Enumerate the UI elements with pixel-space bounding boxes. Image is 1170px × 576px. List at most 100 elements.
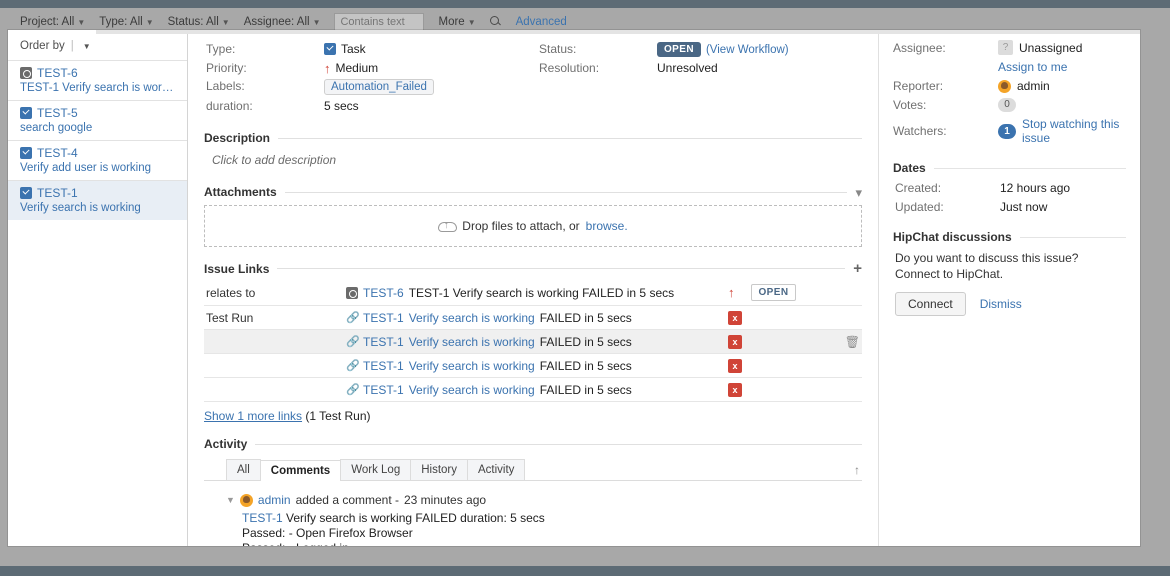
chevron-down-icon: ▼ <box>468 18 476 27</box>
tab-activity[interactable]: Activity <box>467 459 525 480</box>
collapse-activity-icon[interactable]: ↑ <box>854 463 862 480</box>
reporter-label: Reporter: <box>893 79 998 93</box>
nav-item-summary: TEST-1 Verify search is working FA... <box>20 82 179 94</box>
updated-label: Updated: <box>895 200 1000 214</box>
top-chrome-strip <box>0 0 1170 8</box>
dates-section: Created: 12 hours ago Updated: Just now <box>893 181 1126 214</box>
link-title[interactable]: Verify search is working <box>409 335 535 349</box>
issue-links-section-header: Issue Links + <box>204 261 862 276</box>
link-text: FAILED in 5 secs <box>540 311 632 325</box>
description-placeholder[interactable]: Click to add description <box>204 149 862 171</box>
type-value-text: Task <box>341 42 366 56</box>
link-inner: 🔗 TEST-1 Verify search is working FAILED… <box>346 335 724 349</box>
comment-author[interactable]: admin <box>258 493 291 507</box>
sidebar-item-test-1[interactable]: TEST-1 Verify search is working <box>8 180 187 220</box>
hipchat-section-header: HipChat discussions <box>893 230 1126 244</box>
filter-assignee[interactable]: Assignee: All▼ <box>244 16 321 28</box>
dialog-top-accent <box>96 30 1140 34</box>
link-body: TEST-6 TEST-1 Verify search is working F… <box>344 280 726 306</box>
link-meta: x <box>726 306 836 330</box>
link-key[interactable]: TEST-1 <box>363 359 404 373</box>
sidebar-item-test-6[interactable]: TEST-6 TEST-1 Verify search is working F… <box>8 60 187 100</box>
watchers-badge[interactable]: 1 <box>998 124 1016 139</box>
issue-dialog: Order by | ▼ TEST-6 TEST-1 Verify search… <box>8 30 1140 546</box>
table-row[interactable]: relates to TEST-6 TEST-1 Verify search i… <box>204 280 862 306</box>
link-meta: x <box>726 330 836 354</box>
issue-links-heading: Issue Links <box>204 262 269 276</box>
filter-assignee-label: Assignee: All <box>244 16 310 28</box>
table-row[interactable]: 🔗 TEST-1 Verify search is working FAILED… <box>204 378 862 402</box>
priority-value-text: Medium <box>336 61 379 75</box>
status-badge: OPEN <box>751 284 797 301</box>
nav-item-key: TEST-4 <box>37 146 78 160</box>
search-input[interactable] <box>334 13 424 32</box>
avatar <box>240 494 253 507</box>
dismiss-link[interactable]: Dismiss <box>980 297 1022 311</box>
labels-value: Automation_Failed <box>324 79 539 95</box>
filter-type[interactable]: Type: All ▼ <box>99 16 153 28</box>
chevron-down-icon[interactable]: ▼ <box>226 495 235 505</box>
nav-item-key: TEST-5 <box>37 106 78 120</box>
advanced-link[interactable]: Advanced <box>516 16 567 28</box>
dates-section-header: Dates <box>893 161 1126 175</box>
attachments-heading: Attachments <box>204 185 277 199</box>
search-icon[interactable] <box>490 16 502 28</box>
view-workflow-link[interactable]: (View Workflow) <box>706 44 789 56</box>
tab-all[interactable]: All <box>226 459 261 480</box>
stop-watching-link[interactable]: Stop watching this issue <box>1022 117 1126 145</box>
assign-to-me-link[interactable]: Assign to me <box>998 60 1067 74</box>
assignee-label: Assignee: <box>893 41 998 55</box>
chevron-down-icon: ▼ <box>146 18 154 27</box>
show-more-links-link[interactable]: Show 1 more links <box>204 409 302 423</box>
filter-more[interactable]: More▼ <box>438 16 475 28</box>
row-actions <box>836 306 862 330</box>
link-title[interactable]: Verify search is working <box>409 359 535 373</box>
table-row[interactable]: Test Run 🔗 TEST-1 Verify search is worki… <box>204 306 862 330</box>
link-key[interactable]: TEST-1 <box>363 383 404 397</box>
task-icon <box>324 43 336 55</box>
table-row[interactable]: 🔗 TEST-1 Verify search is working FAILED… <box>204 330 862 354</box>
delete-link-icon[interactable]: 🗑 <box>836 330 862 354</box>
collapse-icon[interactable]: ▾ <box>855 186 862 199</box>
tab-work-log[interactable]: Work Log <box>340 459 411 480</box>
duration-value: 5 secs <box>324 99 539 113</box>
chevron-down-icon: ▼ <box>77 18 85 27</box>
tab-comments[interactable]: Comments <box>260 460 341 481</box>
filter-status[interactable]: Status: All▼ <box>168 16 230 28</box>
sidebar-item-test-5[interactable]: TEST-5 search google <box>8 100 187 140</box>
filter-project[interactable]: Project: All▼ <box>20 16 85 28</box>
hipchat-text: Do you want to discuss this issue? Conne… <box>893 250 1126 282</box>
sidebar-item-test-4[interactable]: TEST-4 Verify add user is working <box>8 140 187 180</box>
link-text: FAILED in 5 secs <box>540 383 632 397</box>
link-key[interactable]: TEST-1 <box>363 335 404 349</box>
comment-header: ▼ admin added a comment - 23 minutes ago <box>204 493 862 507</box>
attachment-dropzone[interactable]: Drop files to attach, or browse. <box>204 205 862 247</box>
link-inner: 🔗 TEST-1 Verify search is working FAILED… <box>346 383 724 397</box>
nav-key-row: TEST-4 <box>20 146 179 160</box>
issue-links-table: relates to TEST-6 TEST-1 Verify search i… <box>204 280 862 402</box>
link-key[interactable]: TEST-1 <box>363 311 404 325</box>
divider <box>285 192 848 193</box>
link-type-empty <box>204 354 344 378</box>
link-body: 🔗 TEST-1 Verify search is working FAILED… <box>344 378 726 402</box>
browse-link[interactable]: browse. <box>586 219 628 233</box>
comment-issue-key[interactable]: TEST-1 <box>242 511 283 525</box>
label-chip[interactable]: Automation_Failed <box>324 79 434 95</box>
link-key[interactable]: TEST-6 <box>363 286 404 300</box>
filter-type-label: Type: All <box>99 16 142 28</box>
link-text: FAILED in 5 secs <box>540 335 632 349</box>
watchers-value: 1 Stop watching this issue <box>998 117 1126 145</box>
table-row[interactable]: 🔗 TEST-1 Verify search is working FAILED… <box>204 354 862 378</box>
connect-button[interactable]: Connect <box>895 292 966 316</box>
link-title[interactable]: Verify search is working <box>409 311 535 325</box>
hipchat-actions: Connect Dismiss <box>893 292 1126 316</box>
type-label: Type: <box>206 42 324 56</box>
comment-line: Passed: - Logged in <box>242 541 862 546</box>
link-title[interactable]: Verify search is working <box>409 383 535 397</box>
order-by-control[interactable]: Order by | ▼ <box>8 30 187 60</box>
fail-badge-icon: x <box>728 311 742 325</box>
votes-badge[interactable]: 0 <box>998 98 1016 112</box>
hipchat-heading: HipChat discussions <box>893 230 1012 244</box>
tab-history[interactable]: History <box>410 459 468 480</box>
add-link-icon[interactable]: + <box>853 261 862 276</box>
